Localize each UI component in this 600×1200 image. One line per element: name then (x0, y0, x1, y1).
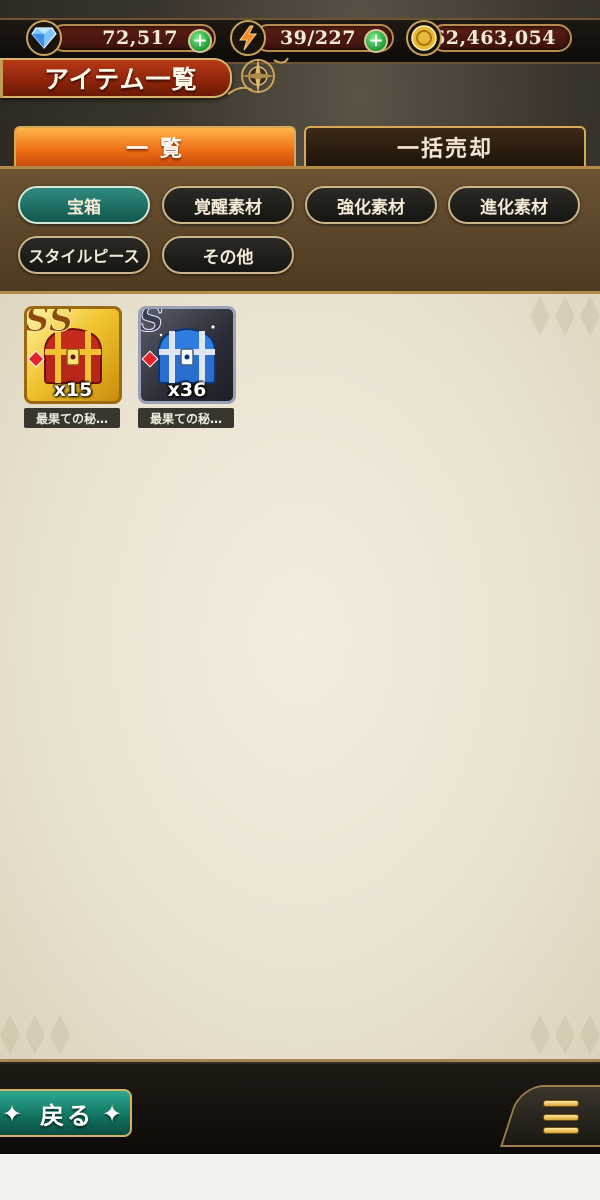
filter-treasure-chest[interactable]: 宝箱 (18, 186, 150, 224)
filter-evolution-material[interactable]: 進化素材 (448, 186, 580, 224)
item-card[interactable]: SS x15 最果ての秘… (24, 306, 124, 428)
item-quantity: x36 (167, 379, 207, 401)
add-gems-button[interactable]: + (188, 29, 212, 53)
filter-awakening-material[interactable]: 覚醒素材 (162, 186, 294, 224)
gem-icon (26, 20, 62, 56)
ornament-icon: ✦ (2, 1100, 26, 1128)
system-area (0, 1154, 600, 1200)
filter-other[interactable]: その他 (162, 236, 294, 274)
diamond-pattern-decoration (0, 1015, 70, 1055)
page-title-banner: アイテム一覧 (0, 58, 232, 98)
rarity-badge: S (139, 306, 164, 340)
gold-coin-icon (406, 20, 442, 56)
item-name: 最果ての秘… (24, 408, 120, 428)
rarity-badge: SS (25, 306, 74, 340)
tab-bulk-sell[interactable]: 一括売却 (304, 126, 586, 166)
hamburger-menu-icon[interactable] (543, 1100, 579, 1134)
add-stamina-button[interactable]: + (364, 29, 388, 53)
back-button[interactable]: ✦ 戻る ✦ (0, 1089, 132, 1137)
banner-corner-ornament (0, 60, 14, 98)
diamond-pattern-decoration (530, 296, 600, 336)
tab-item-list[interactable]: 一 覧 (14, 126, 296, 166)
compass-ornament-icon (227, 57, 289, 95)
stamina-icon (230, 20, 266, 56)
item-icon-frame: S x36 (138, 306, 236, 404)
ornament-icon: ✦ (102, 1100, 126, 1128)
filter-enhance-material[interactable]: 強化素材 (305, 186, 437, 224)
item-icon-frame: SS x15 (24, 306, 122, 404)
item-name: 最果ての秘… (138, 408, 234, 428)
page-title: アイテム一覧 (44, 65, 198, 94)
item-card[interactable]: S x36 最果ての秘… (138, 306, 238, 428)
back-button-label: 戻る (40, 1101, 94, 1130)
gold-count: 62,463,054 (430, 24, 572, 52)
diamond-pattern-decoration (530, 1015, 600, 1055)
filter-style-piece[interactable]: スタイルピース (18, 236, 150, 274)
item-quantity: x15 (53, 379, 93, 401)
